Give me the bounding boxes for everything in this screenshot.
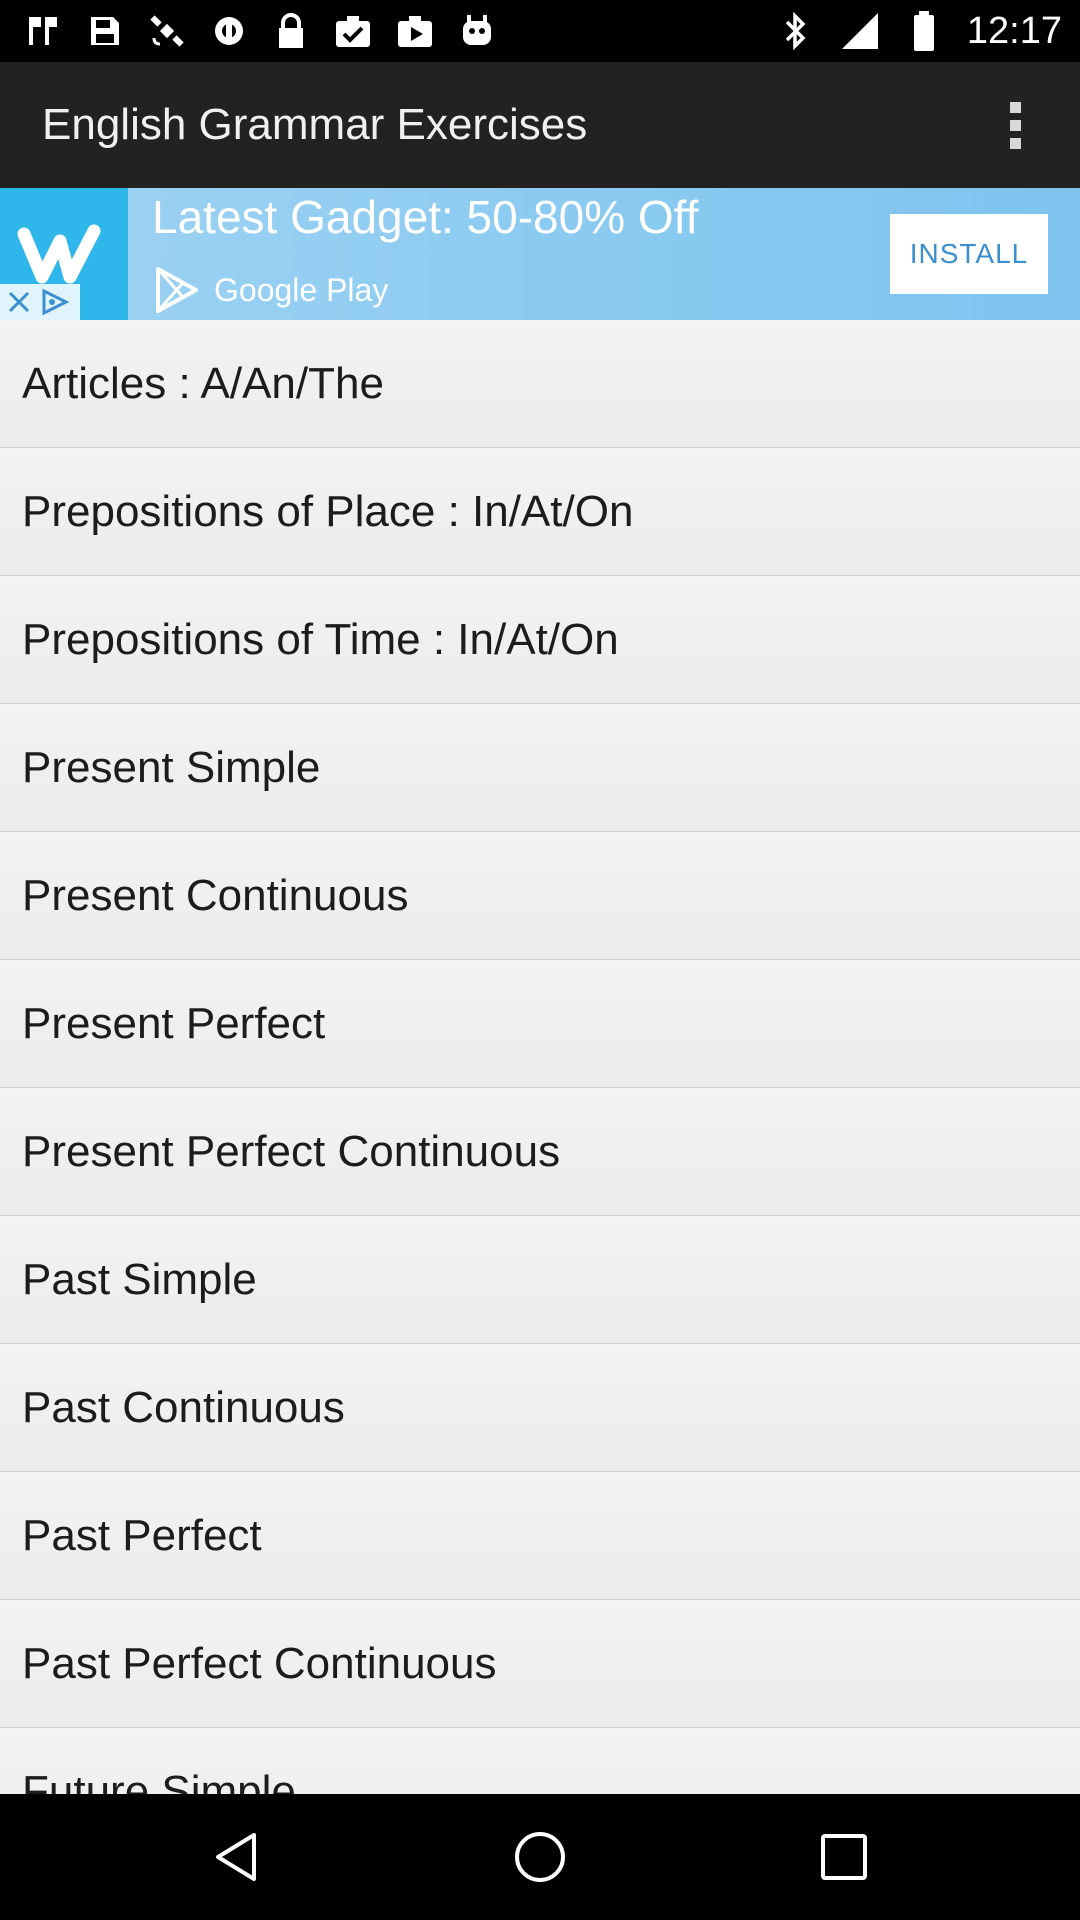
satellite-icon: [146, 10, 188, 52]
lock-icon: [270, 10, 312, 52]
list-item-label: Present Continuous: [22, 871, 409, 920]
app-title: English Grammar Exercises: [42, 100, 588, 149]
save-icon: [84, 10, 126, 52]
ad-choices-icon[interactable]: [40, 288, 74, 316]
menu-dot: [1009, 119, 1021, 131]
list-item[interactable]: Present Perfect: [0, 960, 1080, 1088]
list-item[interactable]: Past Simple: [0, 1216, 1080, 1344]
app-bar: English Grammar Exercises: [0, 62, 1080, 188]
clock: 12:17: [966, 9, 1062, 52]
list-item-label: Prepositions of Place : In/At/On: [22, 487, 634, 536]
play-store-icon: [394, 10, 436, 52]
system-icons: 12:17: [775, 8, 1062, 54]
install-button[interactable]: INSTALL: [890, 214, 1048, 294]
list-item-label: Present Simple: [22, 743, 321, 792]
status-bar: 12:17: [0, 0, 1080, 62]
google-play-icon: [156, 267, 198, 313]
list-item[interactable]: Present Perfect Continuous: [0, 1088, 1080, 1216]
list-item[interactable]: Past Continuous: [0, 1344, 1080, 1472]
recents-icon[interactable]: [784, 1794, 904, 1920]
home-icon[interactable]: [480, 1794, 600, 1920]
menu-dot: [1009, 101, 1021, 113]
ad-store-label: Google Play: [214, 271, 389, 308]
overflow-menu-icon[interactable]: [980, 90, 1050, 160]
list-item[interactable]: Articles : A/An/The: [0, 320, 1080, 448]
list-item[interactable]: Prepositions of Time : In/At/On: [0, 576, 1080, 704]
back-icon[interactable]: [176, 1794, 296, 1920]
list-item-label: Past Perfect Continuous: [22, 1639, 497, 1688]
list-item-label: Past Simple: [22, 1255, 257, 1304]
topic-list: Articles : A/An/The Prepositions of Plac…: [0, 320, 1080, 1794]
signal-icon: [839, 10, 881, 52]
ad-store-badge: Google Play: [152, 266, 388, 314]
list-item-label: Present Perfect: [22, 999, 326, 1048]
list-item-label: Present Perfect Continuous: [22, 1127, 561, 1176]
list-item-label: Past Perfect: [22, 1511, 262, 1560]
menu-dot: [1009, 137, 1021, 149]
list-item-label: Past Continuous: [22, 1383, 345, 1432]
notification-icons: [22, 8, 498, 54]
navigation-bar: [0, 1794, 1080, 1920]
ad-headline: Latest Gadget: 50-80% Off: [152, 191, 699, 243]
list-item-label: Future Simple: [22, 1767, 296, 1794]
robot-icon: [456, 10, 498, 52]
list-item-label: Prepositions of Time : In/At/On: [22, 615, 619, 664]
bluetooth-icon: [775, 10, 817, 52]
ad-choices[interactable]: [0, 284, 80, 320]
list-item[interactable]: Present Simple: [0, 704, 1080, 832]
list-item[interactable]: Past Perfect Continuous: [0, 1600, 1080, 1728]
fake-gps-icon: [22, 10, 64, 52]
list-item[interactable]: Prepositions of Place : In/At/On: [0, 448, 1080, 576]
battery-icon: [903, 10, 945, 52]
sync-icon: [208, 10, 250, 52]
checklist-icon: [332, 10, 374, 52]
list-item[interactable]: Past Perfect: [0, 1472, 1080, 1600]
list-item-label: Articles : A/An/The: [22, 359, 384, 408]
list-item[interactable]: Future Simple: [0, 1728, 1080, 1794]
ad-banner[interactable]: Latest Gadget: 50-80% Off Google Play IN…: [0, 188, 1080, 320]
close-icon[interactable]: [6, 289, 32, 315]
list-item[interactable]: Present Continuous: [0, 832, 1080, 960]
